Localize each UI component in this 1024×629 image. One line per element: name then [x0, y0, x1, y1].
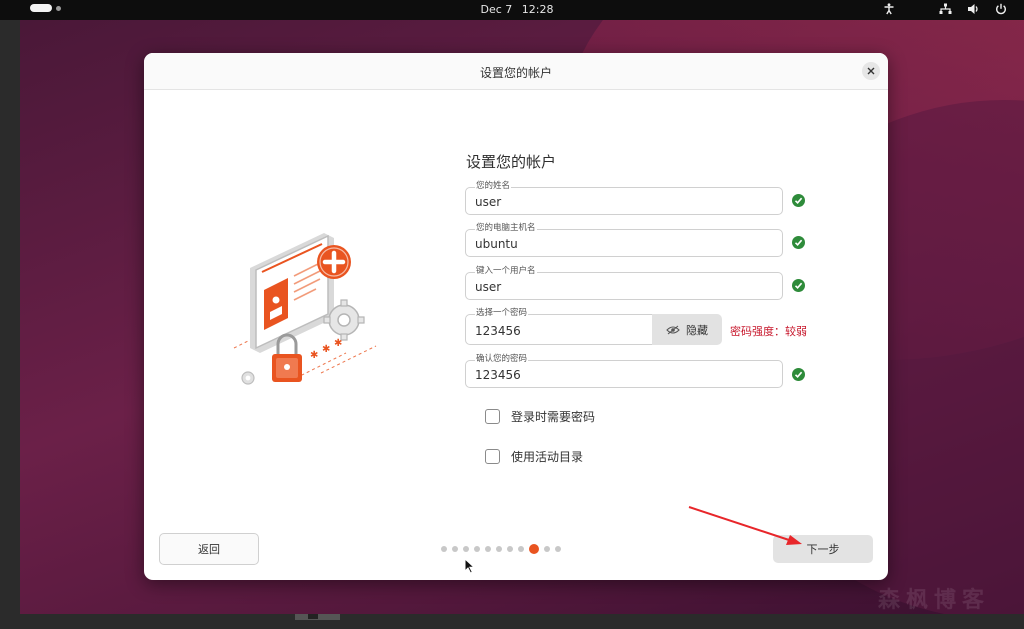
- password-label: 选择一个密码: [475, 308, 529, 318]
- dialog-header: 设置您的帐户: [144, 53, 888, 90]
- require-password-checkbox-box[interactable]: [485, 409, 500, 424]
- volume-icon[interactable]: [966, 1, 980, 17]
- hostname-label: 您的电脑主机名: [475, 223, 537, 233]
- hide-password-label: 隐藏: [686, 323, 708, 337]
- active-directory-checkbox-box[interactable]: [485, 449, 500, 464]
- svg-text:✱: ✱: [334, 338, 342, 349]
- full-name-value: user: [475, 195, 502, 209]
- confirm-password-field[interactable]: 确认您的密码 123456: [465, 354, 783, 388]
- step-dot: [507, 546, 513, 552]
- username-valid-icon: [792, 279, 805, 292]
- step-dot: [544, 546, 550, 552]
- password-value: 123456: [475, 324, 521, 338]
- step-dot: [441, 546, 447, 552]
- mouse-cursor-icon: [464, 558, 476, 574]
- svg-text:✱: ✱: [322, 344, 330, 355]
- accessibility-icon[interactable]: [882, 1, 896, 17]
- clock[interactable]: Dec 7 12:28: [0, 3, 1024, 16]
- step-dot: [518, 546, 524, 552]
- username-label: 键入一个用户名: [475, 266, 537, 276]
- require-password-checkbox[interactable]: 登录时需要密码: [485, 408, 595, 425]
- form-title: 设置您的帐户: [466, 153, 557, 171]
- full-name-field[interactable]: 您的姓名 user: [465, 181, 783, 215]
- watermark: 森枫博客: [878, 588, 991, 613]
- bottom-bar-tab-notch: [308, 614, 318, 619]
- full-name-valid-icon: [792, 194, 805, 207]
- step-dot: [452, 546, 458, 552]
- username-value: user: [475, 280, 502, 294]
- step-indicator: [441, 544, 561, 554]
- password-field[interactable]: 选择一个密码 123456: [465, 308, 653, 345]
- eye-slash-icon: [666, 325, 680, 334]
- full-name-label: 您的姓名: [475, 181, 512, 191]
- dialog-title: 设置您的帐户: [479, 66, 552, 80]
- clock-time: 12:28: [521, 3, 554, 16]
- back-button[interactable]: 返回: [159, 533, 259, 565]
- active-directory-checkbox[interactable]: 使用活动目录: [485, 448, 583, 465]
- hostname-field[interactable]: 您的电脑主机名 ubuntu: [465, 223, 783, 257]
- installer-dialog: 设置您的帐户 ✱ ✱ ✱ 设置您的帐户 您的姓名 user 您的电脑主机名 ub…: [144, 53, 888, 580]
- require-password-label: 登录时需要密码: [511, 410, 596, 424]
- dock-area: [0, 20, 20, 614]
- svg-text:✱: ✱: [310, 350, 318, 361]
- top-panel: Dec 7 12:28: [0, 0, 1024, 20]
- network-icon[interactable]: [938, 1, 952, 17]
- step-dot: [485, 546, 491, 552]
- confirm-password-value: 123456: [475, 368, 521, 382]
- close-button[interactable]: [862, 62, 880, 80]
- step-dot: [496, 546, 502, 552]
- password-strength: 密码强度：较弱: [730, 325, 807, 338]
- account-security-illustration: ✱ ✱ ✱: [233, 233, 377, 385]
- clock-date: Dec 7: [480, 3, 513, 16]
- confirm-password-label: 确认您的密码: [475, 354, 529, 364]
- active-directory-label: 使用活动目录: [511, 450, 584, 464]
- hide-password-button[interactable]: 隐藏: [652, 314, 722, 345]
- system-tray[interactable]: [882, 1, 1008, 17]
- confirm-password-valid-icon: [792, 368, 805, 381]
- step-dot-active: [529, 544, 539, 554]
- step-dot: [474, 546, 480, 552]
- close-icon: [867, 67, 875, 75]
- step-dot: [555, 546, 561, 552]
- step-dot: [463, 546, 469, 552]
- hostname-value: ubuntu: [475, 237, 518, 251]
- next-button[interactable]: 下一步: [773, 535, 873, 563]
- username-field[interactable]: 键入一个用户名 user: [465, 266, 783, 300]
- bottom-bar: [0, 614, 1024, 629]
- power-icon[interactable]: [994, 1, 1008, 17]
- hostname-valid-icon: [792, 236, 805, 249]
